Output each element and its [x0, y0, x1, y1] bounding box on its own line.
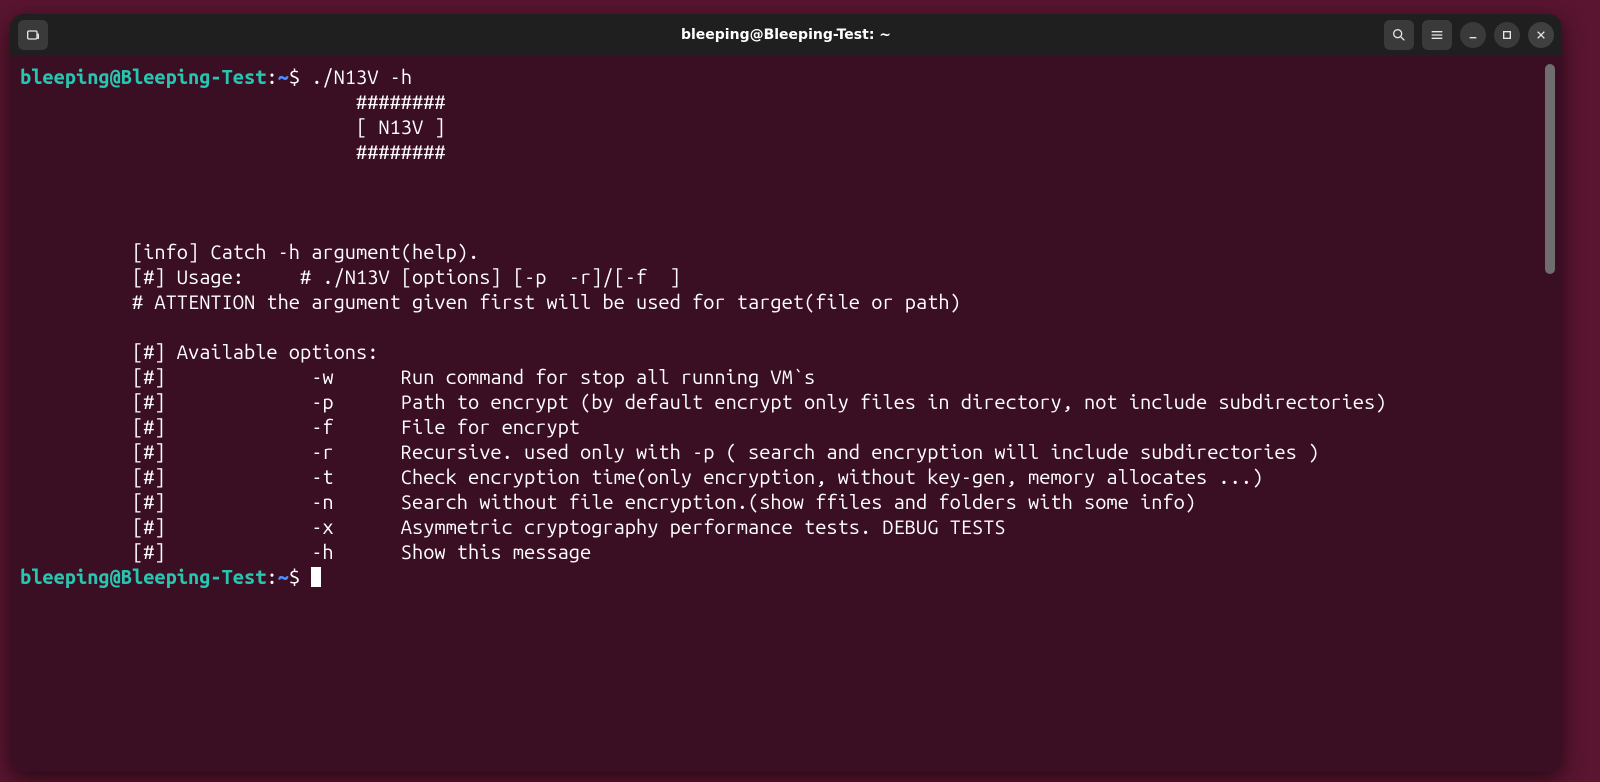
scrollbar-track[interactable]: [1547, 56, 1559, 772]
maximize-button[interactable]: [1494, 22, 1520, 48]
close-button[interactable]: [1528, 22, 1554, 48]
scrollbar-thumb[interactable]: [1545, 64, 1555, 274]
search-button[interactable]: [1384, 20, 1414, 50]
titlebar: bleeping@Bleeping-Test: ~: [10, 14, 1562, 56]
hamburger-menu-button[interactable]: [1422, 20, 1452, 50]
cursor: [311, 567, 321, 587]
window-title: bleeping@Bleeping-Test: ~: [10, 27, 1562, 43]
terminal-body[interactable]: bleeping@Bleeping-Test:~$ ./N13V -h ####…: [10, 56, 1562, 772]
minimize-button[interactable]: [1460, 22, 1486, 48]
terminal-window: bleeping@Bleeping-Test: ~: [10, 14, 1562, 772]
terminal-output: bleeping@Bleeping-Test:~$ ./N13V -h ####…: [14, 64, 1552, 589]
new-tab-button[interactable]: [18, 20, 48, 50]
